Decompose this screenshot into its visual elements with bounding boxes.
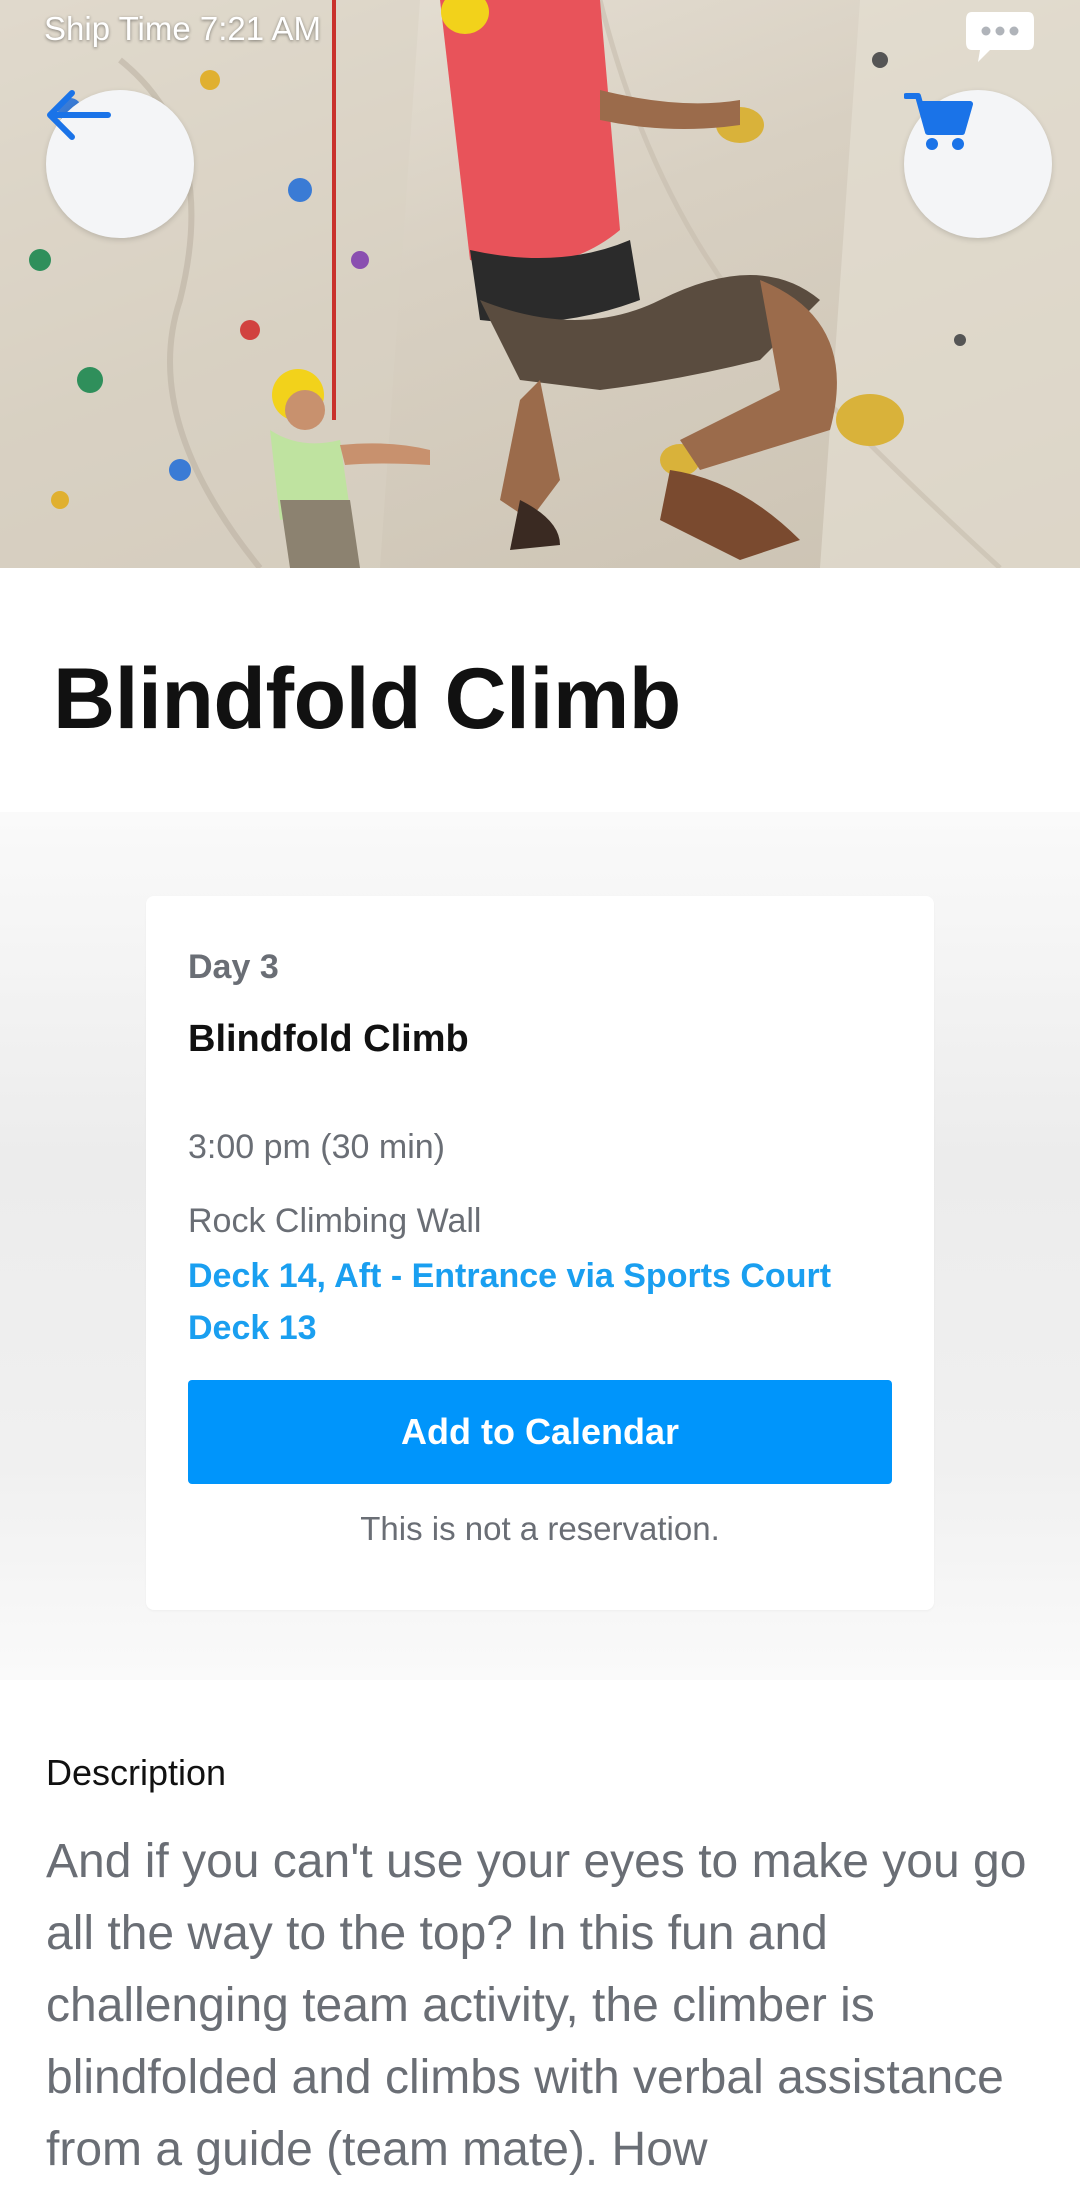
status-time: 7:21 AM [199,10,321,47]
status-bar: Ship Time 7:21 AM [44,10,321,48]
cart-icon [904,93,973,150]
add-to-calendar-button[interactable]: Add to Calendar [188,1380,892,1484]
event-section: Day 3 Blindfold Climb 3:00 pm (30 min) R… [0,812,1080,1680]
title-area: Blindfold Climb [0,568,1080,812]
climbing-photo [0,0,1080,568]
description-text: And if you can't use your eyes to make y… [46,1835,1027,2176]
back-button[interactable] [46,90,194,238]
event-location-link[interactable]: Deck 14, Aft - Entrance via Sports Court… [188,1250,888,1354]
status-label: Ship Time [44,10,191,47]
event-day: Day 3 [188,948,279,986]
cart-button[interactable] [904,90,1052,238]
event-venue: Rock Climbing Wall [188,1202,482,1240]
description-label: Description [46,1752,227,1793]
event-time: 3:00 pm (30 min) [188,1128,445,1166]
event-card: Day 3 Blindfold Climb 3:00 pm (30 min) R… [146,896,934,1610]
page-title: Blindfold Climb [53,651,681,747]
event-title: Blindfold Climb [188,1018,469,1060]
chat-bubble-icon[interactable] [964,6,1036,66]
reservation-note: This is not a reservation. [360,1510,720,1547]
description-section: Description And if you can't use your ey… [0,1680,1080,2190]
arrow-left-icon [47,90,111,140]
hero-image: Ship Time 7:21 AM [0,0,1080,568]
